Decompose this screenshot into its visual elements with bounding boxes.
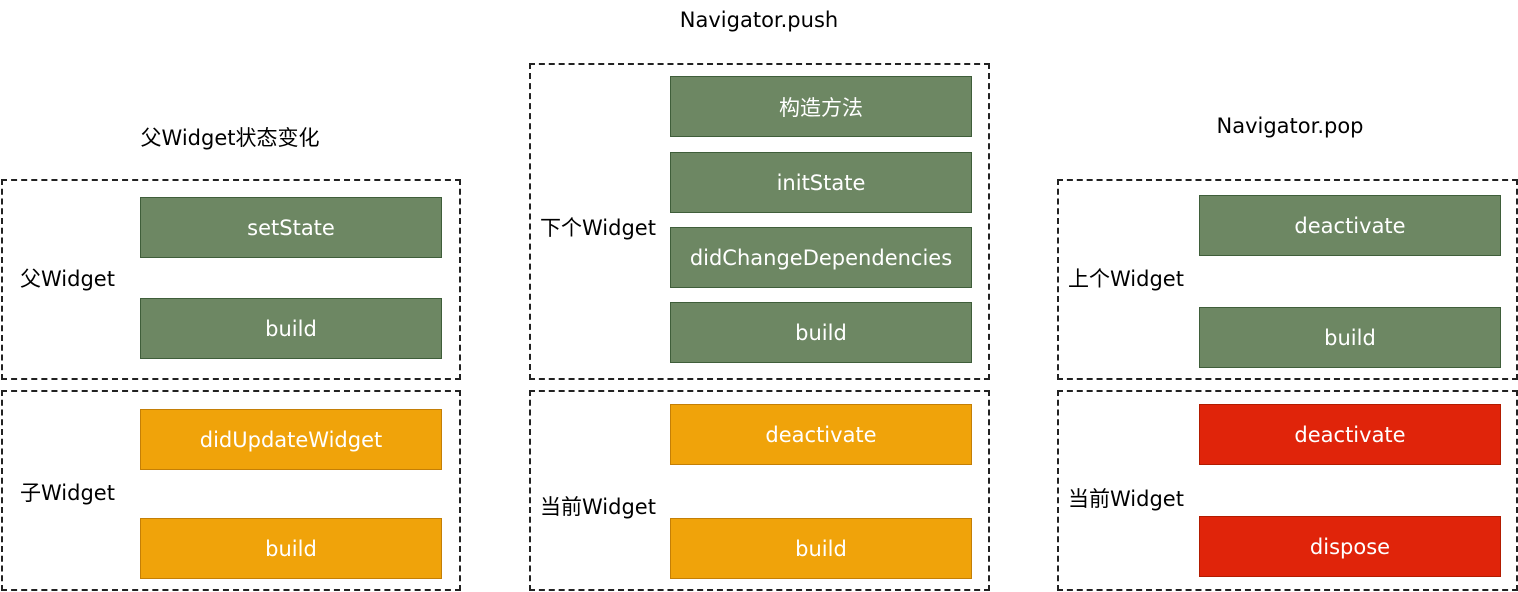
didchangedependencies-box: didChangeDependencies: [670, 227, 972, 288]
pop-previous-build-box: build: [1199, 307, 1501, 368]
push-build-box: build: [670, 518, 972, 579]
previous-widget-label: 上个Widget: [1068, 267, 1184, 291]
left-column-title: 父Widget状态变化: [140, 126, 320, 150]
parent-widget-label: 父Widget: [20, 267, 115, 291]
setstate-box: setState: [140, 197, 442, 258]
pop-current-deactivate-box: deactivate: [1199, 404, 1501, 465]
current-widget-pop-label: 当前Widget: [1068, 487, 1184, 511]
child-build-box: build: [140, 518, 442, 579]
parent-build-box: build: [140, 298, 442, 359]
push-deactivate-box: deactivate: [670, 404, 972, 465]
constructor-box: 构造方法: [670, 76, 972, 137]
current-widget-push-label: 当前Widget: [540, 495, 656, 519]
next-widget-label: 下个Widget: [540, 216, 656, 240]
next-build-box: build: [670, 302, 972, 363]
right-column-title: Navigator.pop: [1216, 114, 1364, 138]
didupdatewidget-box: didUpdateWidget: [140, 409, 442, 470]
pop-previous-deactivate-box: deactivate: [1199, 195, 1501, 256]
child-widget-label: 子Widget: [20, 481, 115, 505]
dispose-box: dispose: [1199, 516, 1501, 577]
initstate-box: initState: [670, 152, 972, 213]
middle-column-title: Navigator.push: [679, 8, 839, 32]
